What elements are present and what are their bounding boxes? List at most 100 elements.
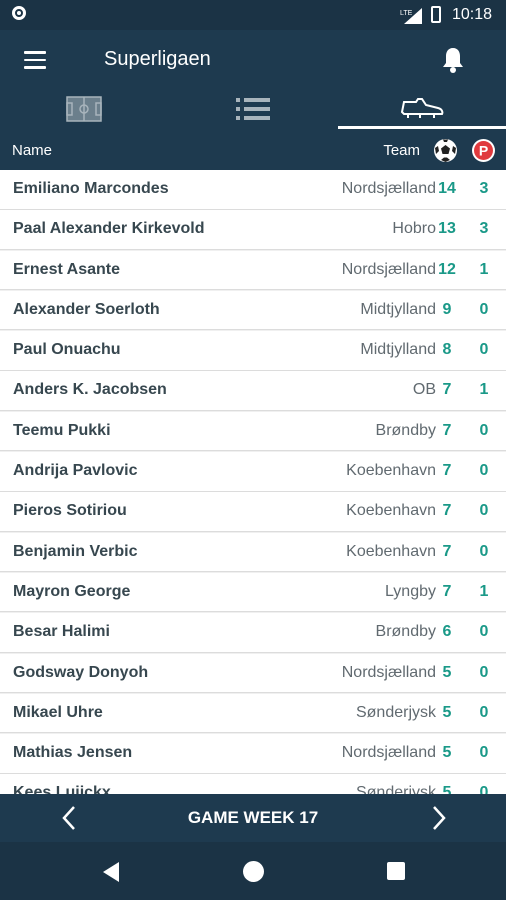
pitch-icon [66, 96, 102, 122]
player-penalties: 3 [479, 180, 489, 197]
battery-icon [431, 6, 441, 23]
back-icon[interactable] [101, 861, 121, 883]
player-team: Midtjylland [360, 341, 436, 359]
tab-bar [0, 90, 506, 132]
player-team: Koebenhavn [346, 542, 436, 560]
penalty-icon[interactable]: P [471, 138, 496, 163]
player-name: Paul Onuachu [13, 341, 121, 359]
player-penalties: 0 [479, 703, 489, 721]
player-row[interactable]: Besar Halimi Brøndby 6 0 [0, 613, 506, 653]
menu-icon[interactable] [24, 51, 46, 69]
tab-top-scorers[interactable] [338, 90, 506, 132]
player-goals: 7 [442, 381, 452, 399]
player-row[interactable]: Pieros Sotiriou Koebenhavn 7 0 [0, 492, 506, 532]
header-team[interactable]: Team [383, 142, 420, 159]
player-team: Brøndby [375, 421, 436, 439]
list-icon [236, 98, 270, 120]
player-name: Paal Alexander Kirkevold [13, 220, 205, 238]
player-row[interactable]: Ernest Asante Nordsjælland 12 1 [0, 250, 506, 291]
player-goals: 5 [442, 663, 452, 681]
player-name: Mayron George [13, 582, 131, 600]
status-time: 10:18 [452, 6, 493, 23]
player-penalties: 0 [479, 623, 489, 641]
player-row[interactable]: Emiliano Marcondes Nordsjælland 14 3 [0, 170, 506, 210]
player-goals: 12 [438, 260, 456, 278]
system-nav-bar [0, 842, 506, 900]
player-name: Teemu Pukki [13, 421, 111, 439]
player-row[interactable]: Mikael Uhre Sønderjysk 5 0 [0, 693, 506, 734]
notification-icon [12, 6, 26, 20]
player-penalties: 1 [479, 582, 489, 600]
player-name: Alexander Soerloth [13, 300, 160, 318]
player-team: Lyngby [385, 582, 436, 600]
player-goals: 5 [442, 744, 452, 762]
player-goals: 8 [442, 341, 452, 359]
player-team: Brøndby [375, 623, 436, 641]
player-team: OB [412, 381, 436, 399]
player-goals: 7 [442, 582, 452, 600]
svg-text:P: P [479, 143, 488, 159]
player-team: Nordsjælland [341, 663, 436, 681]
player-goals: 9 [442, 300, 452, 318]
home-icon[interactable] [243, 861, 264, 882]
column-header: Name Team P [0, 132, 506, 170]
player-penalties: 0 [479, 744, 489, 762]
player-row[interactable]: Alexander Soerloth Midtjylland 9 0 [0, 290, 506, 331]
player-row[interactable]: Paal Alexander Kirkevold Hobro 13 3 [0, 210, 506, 250]
signal-icon: LTE [400, 8, 422, 24]
player-name: Mathias Jensen [13, 744, 133, 762]
player-team: Hobro [392, 220, 436, 238]
player-penalties: 3 [479, 220, 489, 238]
player-goals: 14 [438, 180, 456, 197]
player-goals: 7 [442, 542, 452, 560]
app-bar: Superligaen [0, 30, 506, 90]
tab-standings[interactable] [169, 90, 337, 132]
player-penalties: 0 [479, 542, 489, 560]
player-penalties: 1 [479, 381, 489, 399]
player-goals: 5 [442, 703, 452, 721]
tab-fixtures[interactable] [0, 90, 168, 132]
player-penalties: 0 [479, 784, 489, 794]
recents-icon[interactable] [387, 862, 405, 880]
app-title: Superligaen [104, 48, 211, 70]
player-penalties: 0 [479, 421, 489, 439]
player-name: Benjamin Verbic [13, 542, 138, 560]
player-row[interactable]: Andrija Pavlovic Koebenhavn 7 0 [0, 452, 506, 492]
player-row[interactable]: Godsway Donyoh Nordsjælland 5 0 [0, 653, 506, 694]
status-bar: LTE 10:18 [0, 0, 506, 30]
player-team: Koebenhavn [346, 462, 436, 480]
player-penalties: 0 [479, 663, 489, 681]
player-name: Mikael Uhre [13, 703, 103, 721]
player-row[interactable]: Mathias Jensen Nordsjælland 5 0 [0, 734, 506, 774]
player-goals: 13 [438, 220, 456, 238]
football-icon[interactable] [433, 138, 458, 163]
player-penalties: 0 [479, 341, 489, 359]
boot-icon [400, 98, 444, 118]
player-team: Sønderjysk [355, 784, 436, 794]
player-row[interactable]: Benjamin Verbic Koebenhavn 7 0 [0, 532, 506, 573]
player-goals: 7 [442, 421, 452, 439]
player-goals: 6 [442, 623, 452, 641]
player-name: Godsway Donyoh [13, 663, 149, 681]
bell-icon[interactable] [440, 45, 466, 75]
game-week-bar: GAME WEEK 17 [0, 794, 506, 842]
player-team: Sønderjysk [355, 703, 436, 721]
player-row[interactable]: Teemu Pukki Brøndby 7 0 [0, 411, 506, 452]
player-row[interactable]: Kees Luijckx Sønderjysk 5 0 [0, 774, 506, 794]
chevron-right-icon[interactable] [426, 804, 450, 832]
player-team: Midtjylland [360, 300, 436, 318]
header-name[interactable]: Name [12, 142, 52, 159]
player-goals: 5 [442, 784, 452, 794]
player-team: Nordsjælland [341, 260, 436, 278]
player-row[interactable]: Mayron George Lyngby 7 1 [0, 572, 506, 613]
player-name: Pieros Sotiriou [13, 502, 127, 520]
player-row[interactable]: Anders K. Jacobsen OB 7 1 [0, 371, 506, 411]
player-name: Andrija Pavlovic [13, 462, 138, 480]
player-penalties: 1 [479, 260, 489, 278]
scorers-list[interactable]: Emiliano Marcondes Nordsjælland 14 3 Paal Al… [0, 170, 506, 794]
player-penalties: 0 [479, 300, 489, 318]
player-name: Kees Luijckx [13, 784, 111, 794]
player-name: Emiliano Marcondes [13, 180, 169, 197]
player-goals: 7 [442, 502, 452, 520]
player-row[interactable]: Paul Onuachu Midtjylland 8 0 [0, 331, 506, 371]
